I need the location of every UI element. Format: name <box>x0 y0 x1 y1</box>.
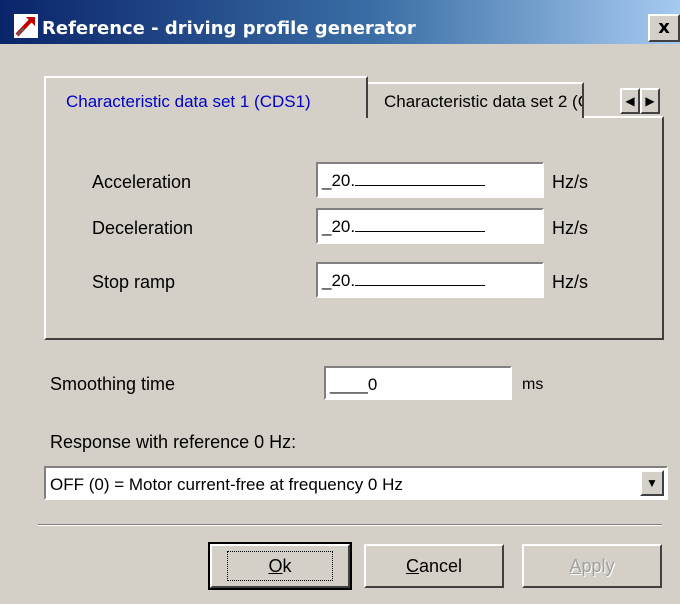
cancel-button[interactable]: Cancel <box>364 544 504 588</box>
acceleration-field[interactable]: _20. <box>316 162 544 198</box>
tab-scroll-left-button[interactable]: ◀ <box>620 88 640 114</box>
stop-ramp-field[interactable]: _20. <box>316 262 544 298</box>
apply-button: Apply <box>522 544 662 588</box>
response-label: Response with reference 0 Hz: <box>50 432 297 452</box>
right-arrow-icon: ▶ <box>645 94 655 108</box>
deceleration-value: _20. <box>322 217 356 236</box>
deceleration-label: Deceleration <box>92 218 194 238</box>
tab-cds1-label: Characteristic data set 1 (CDS1) <box>66 92 311 111</box>
ok-button-label: Ok <box>227 551 333 581</box>
separator <box>38 524 662 526</box>
apply-button-label: Apply <box>569 556 615 576</box>
response-selected-value: OFF (0) = Motor current-free at frequenc… <box>50 475 403 494</box>
tab-cds1[interactable]: Characteristic data set 1 (CDS1) <box>44 76 368 118</box>
title-bar: Reference - driving profile generator x <box>0 0 680 44</box>
smoothing-time-field[interactable]: ____0 <box>324 366 512 400</box>
acceleration-label: Acceleration <box>92 172 192 192</box>
app-icon <box>14 14 38 38</box>
stop-ramp-label: Stop ramp <box>92 272 176 292</box>
dropdown-arrow-icon[interactable]: ▼ <box>640 470 664 496</box>
smoothing-time-label: Smoothing time <box>50 374 176 394</box>
smoothing-time-unit: ms <box>522 376 544 393</box>
deceleration-field[interactable]: _20. <box>316 208 544 244</box>
response-select[interactable]: OFF (0) = Motor current-free at frequenc… <box>44 466 668 500</box>
left-arrow-icon: ◀ <box>625 94 635 108</box>
stop-ramp-value: _20. <box>322 271 356 290</box>
tab-cds2-label: Characteristic data set 2 (CDS2) <box>384 92 582 111</box>
ok-button[interactable]: Ok <box>208 542 352 590</box>
smoothing-time-value: ____0 <box>330 375 378 394</box>
tab-cds2[interactable]: Characteristic data set 2 (CDS2) <box>368 82 584 118</box>
window-title: Reference - driving profile generator <box>42 18 416 39</box>
acceleration-unit: Hz/s <box>552 172 588 192</box>
close-button[interactable]: x <box>648 14 680 42</box>
acceleration-value: _20. <box>322 171 356 190</box>
stop-ramp-unit: Hz/s <box>552 272 588 292</box>
cancel-button-label: Cancel <box>405 556 463 576</box>
deceleration-unit: Hz/s <box>552 218 588 238</box>
tab-scroll-right-button[interactable]: ▶ <box>640 88 660 114</box>
